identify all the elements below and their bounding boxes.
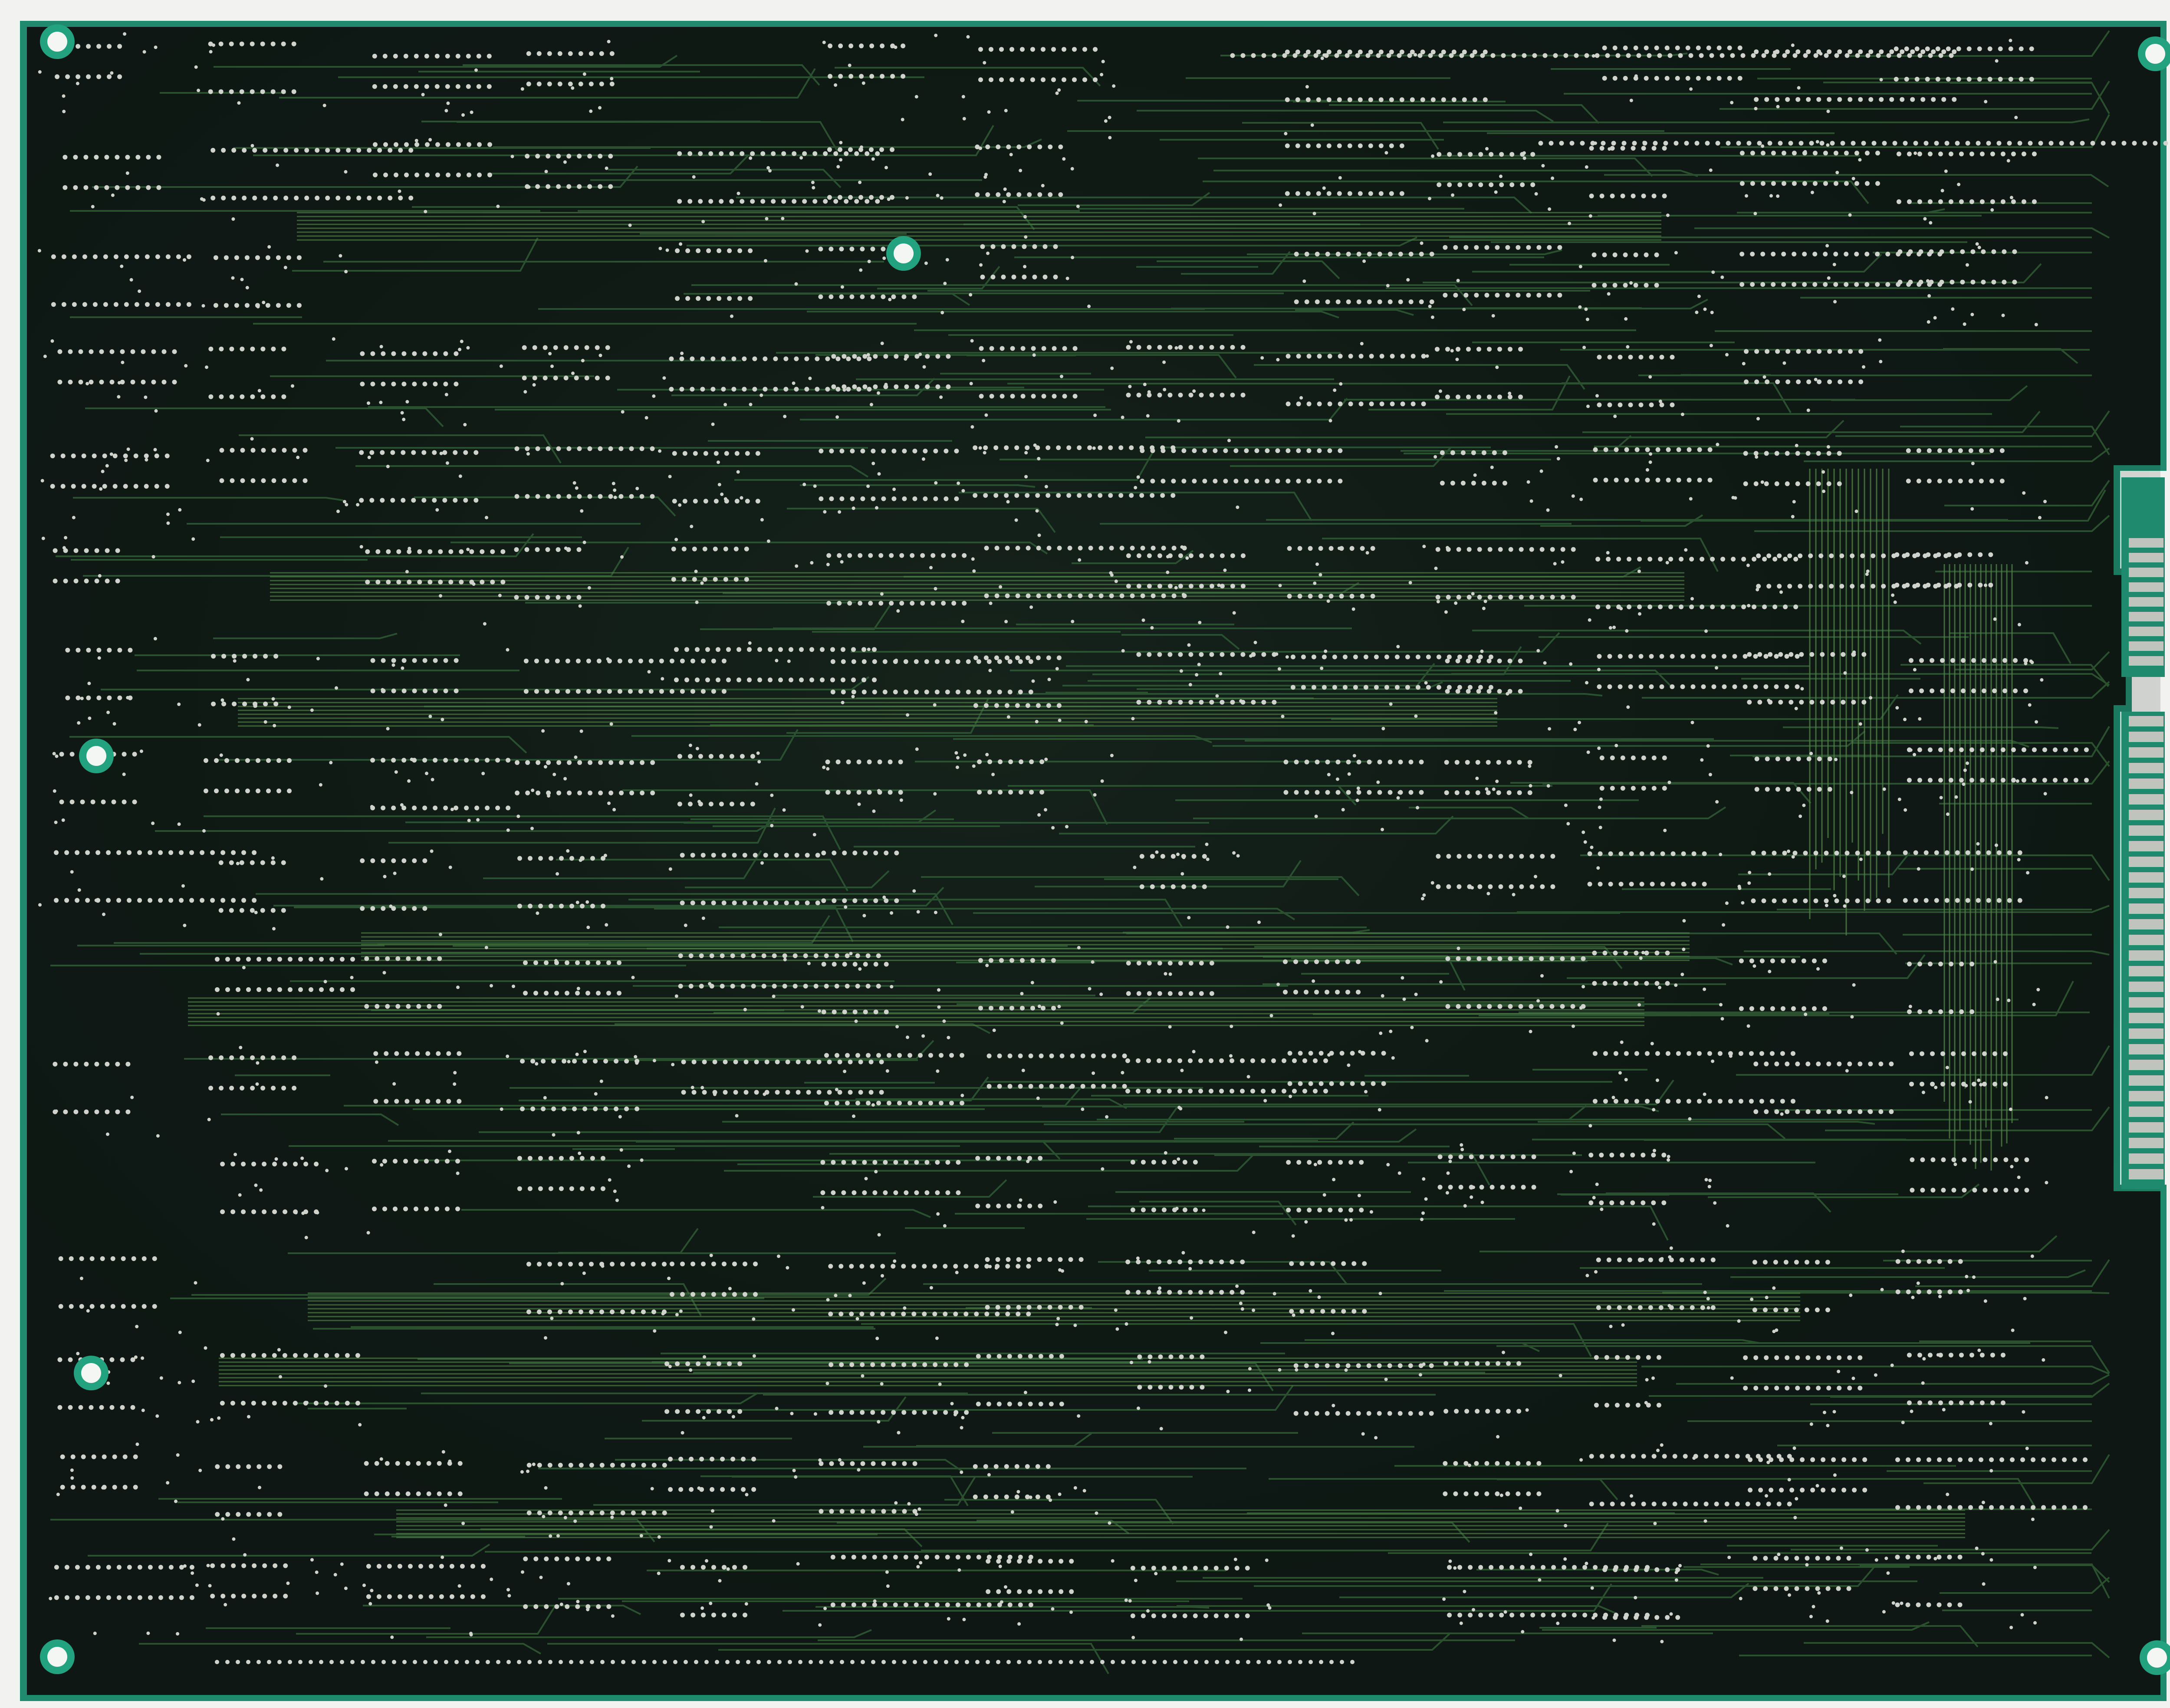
- mounting-hole: [79, 739, 114, 773]
- mounting-hole: [886, 236, 921, 271]
- edge-connector-lower: [2121, 712, 2165, 1189]
- mounting-hole: [40, 1639, 75, 1674]
- circuit-board-photo: [20, 21, 2170, 1701]
- mounting-hole: [74, 1356, 108, 1390]
- edge-connector-upper: [2121, 477, 2165, 677]
- mounting-hole: [40, 24, 75, 59]
